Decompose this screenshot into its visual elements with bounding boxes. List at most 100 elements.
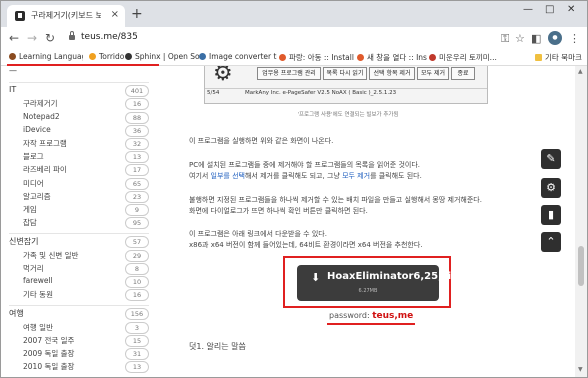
browser-window: 구라제거기(키보드 보안 프로그... × + — □ ✕ ← → ↻ teus… [0, 0, 588, 378]
tab-strip: 구라제거기(키보드 보안 프로그... × + — □ ✕ [1, 1, 587, 27]
forward-arrow-icon[interactable]: → [27, 31, 37, 45]
sidebar-category-item[interactable]: 여행 일반 3 [9, 321, 149, 334]
reload-icon[interactable]: ↻ [45, 31, 55, 45]
new-tab-button[interactable]: + [131, 6, 143, 22]
bookmark-item[interactable]: Image converter to ... [199, 52, 277, 61]
browser-toolbar: ← → ↻ teus.me/835 ⚿ ☆ ◧ ● ⋮ [1, 27, 587, 51]
page-scrollbar[interactable]: ▲ ▼ [575, 66, 587, 377]
sidebar-category-item[interactable]: 잡담 95 [9, 217, 149, 230]
back-arrow-icon[interactable]: ← [9, 31, 19, 45]
sidebar-category-item[interactable]: 게임 9 [9, 204, 149, 216]
write-pen-button[interactable]: ✎ [541, 149, 561, 169]
bookmark-button[interactable]: ▮ [541, 205, 561, 225]
bookmark-item[interactable]: Torrido [89, 52, 127, 61]
settings-button[interactable]: ⚙ [541, 178, 561, 198]
bookmark-icon: ▮ [547, 208, 555, 221]
bookmark-item[interactable]: 미운우리 토끼미... [429, 52, 499, 63]
category-count-badge: 16 [125, 98, 149, 111]
sidebar-divider [9, 233, 149, 235]
category-count-badge: 17 [125, 164, 149, 177]
sidebar-category-item[interactable]: 먹거리 8 [9, 262, 149, 275]
paragraph: 이 프로그램은 아래 링크에서 다운받을 수 있다. [189, 230, 327, 238]
sidebar-category-item[interactable]: 구라제거기 16 [9, 98, 149, 111]
double-chevron-up-icon: ⌃ [546, 235, 556, 248]
reload-list-button: 목록 다시 읽기 [323, 67, 367, 80]
address-bar[interactable]: teus.me/835 [81, 32, 138, 42]
menu-kebab-icon[interactable]: ⋮ [569, 32, 580, 45]
sidebar-category-item[interactable]: 2007 전국 일주 15 [9, 334, 149, 347]
paragraph: 이 프로그램을 실행하면 위와 같은 화면이 나온다. [189, 137, 334, 145]
sidebar-category-item[interactable]: 미디어 65 [9, 177, 149, 190]
bookmark-item[interactable]: 새 창을 열다 :: Inst... [357, 52, 427, 63]
category-count-badge: 13 [125, 361, 149, 374]
browser-tab[interactable]: 구라제거기(키보드 보안 프로그... × [7, 5, 125, 27]
sidebar-category-item[interactable]: — [9, 66, 149, 77]
minimize-button[interactable]: — [523, 4, 533, 15]
download-size: 6.27MB [358, 288, 378, 294]
category-count-badge: 3 [125, 321, 149, 334]
sidebar-category-item[interactable]: 2009 독일 출장 31 [9, 348, 149, 360]
category-count-badge: 95 [125, 217, 149, 230]
sidebar-category-item[interactable]: iDevice 36 [9, 124, 149, 137]
sidebar-category-item[interactable]: 신변잡기 57 [9, 236, 149, 249]
sidebar-category-label: iDevice [23, 124, 51, 134]
category-count-badge: 65 [125, 177, 149, 190]
download-button[interactable]: ⬇ HoaxEliminator6,25,zip 6.27MB [297, 265, 458, 301]
scroll-down-arrow-icon[interactable]: ▼ [578, 366, 583, 373]
bookmark-item[interactable]: 파랑: 아동 :: Install S... [279, 52, 355, 63]
sidebar-divider [9, 82, 149, 84]
sidebar-category-item[interactable]: farewell 10 [9, 276, 149, 288]
bookmark-item[interactable]: Sphinx | Open Sou... [125, 52, 199, 61]
sidebar-category-item[interactable]: 라즈베리 파이 17 [9, 164, 149, 177]
scrollbar-thumb[interactable] [578, 246, 584, 286]
profile-avatar[interactable]: ● [548, 31, 562, 45]
sidebar-category-item[interactable]: 2010 독일 출장 13 [9, 361, 149, 374]
folder-icon [535, 54, 542, 61]
bookmark-item[interactable]: Learning Language... [9, 52, 83, 61]
sidebar-category-label: 먹거리 [23, 263, 44, 273]
category-count-badge: 16 [125, 289, 149, 302]
bookmark-favicon-icon [199, 53, 206, 60]
bookmark-favicon-icon [279, 54, 286, 61]
bookmark-favicon-icon [429, 54, 436, 61]
sidebar-category-item[interactable]: 가족 및 신변 일반 29 [9, 249, 149, 262]
manage-programs-button: 업무용 프로그램 관리 [257, 67, 321, 80]
sidebar-divider [9, 305, 149, 307]
sidebar-category-item[interactable]: Notepad2 88 [9, 111, 149, 124]
other-bookmarks-folder[interactable]: 기타 북마크 [535, 52, 585, 63]
gear-icon: ⚙ [213, 66, 233, 86]
category-count-badge: 10 [125, 276, 149, 288]
download-icon: ⬇ [311, 271, 321, 284]
status-text: MarkAny Inc. e-PageSafer V2.5 NoAX ( Bas… [245, 90, 397, 96]
sidebar-category-item[interactable]: 기타 동원 16 [9, 289, 149, 302]
sidebar-category-item[interactable]: 블로그 13 [9, 151, 149, 164]
remove-selected-button: 선택 항목 제거 [369, 67, 415, 80]
scroll-top-button[interactable]: ⌃ [541, 232, 561, 252]
sidebar-category-label: 여행 [9, 309, 24, 319]
maximize-button[interactable]: □ [545, 4, 554, 15]
sidebar-category-label: — [9, 66, 17, 75]
sidebar-category-label: 기타 동원 [23, 290, 53, 300]
sidebar-category-item[interactable]: IT 401 [9, 85, 149, 98]
emphasis-link: 모두 제거 [342, 172, 371, 180]
sidebar-category-item[interactable]: 여행 156 [9, 308, 149, 321]
close-window-button[interactable]: ✕ [567, 4, 575, 15]
tab-close-icon[interactable]: × [111, 9, 119, 20]
paragraph: x86과 x64 버전이 함께 들어있는데, 64비트 환경이라면 x64 버전… [189, 241, 423, 249]
sidebar-category-label: IT [9, 85, 17, 95]
key-icon[interactable]: ⚿ [501, 32, 509, 46]
category-count-badge: 57 [125, 236, 149, 249]
sidebar-category-label: 알고리즘 [23, 191, 51, 201]
scroll-up-arrow-icon[interactable]: ▲ [578, 68, 583, 75]
category-count-badge: 31 [125, 348, 149, 360]
sidebar-category-item[interactable]: 알고리즘 23 [9, 190, 149, 203]
sidebar-category-label: 라즈베리 파이 [23, 165, 67, 175]
sidebar-category-item[interactable]: 자작 프로그램 32 [9, 138, 149, 150]
extensions-icon[interactable]: ◧ [531, 32, 541, 45]
emphasis-link: 일부를 선택 [210, 172, 245, 180]
lock-icon [69, 31, 75, 40]
category-count-badge: 36 [125, 124, 149, 137]
pen-icon: ✎ [546, 152, 556, 165]
bookmark-star-icon[interactable]: ☆ [515, 32, 525, 45]
sidebar-category-label: farewell [23, 276, 53, 285]
